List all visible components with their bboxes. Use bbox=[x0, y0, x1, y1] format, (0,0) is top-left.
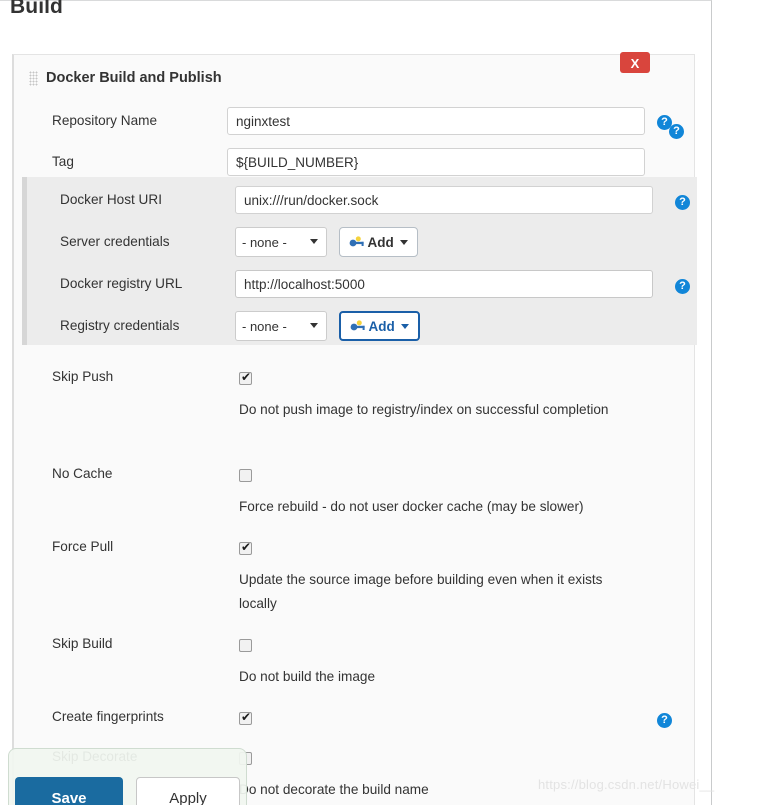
apply-button[interactable]: Apply bbox=[136, 777, 240, 805]
label-skip-push: Skip Push bbox=[52, 369, 114, 384]
registry-credentials-select-wrap: - none - bbox=[235, 311, 327, 341]
label-docker-host-uri: Docker Host URI bbox=[60, 192, 162, 207]
row-docker-registry-url: Docker registry URL ? bbox=[27, 266, 697, 308]
help-icon-create-fingerprints[interactable]: ? bbox=[657, 713, 672, 728]
label-repository-name: Repository Name bbox=[52, 113, 158, 128]
label-force-pull: Force Pull bbox=[52, 539, 114, 554]
floating-action-bar: Save Apply bbox=[8, 748, 247, 805]
row-server-credentials: Server credentials - none - Add bbox=[27, 224, 697, 266]
docker-build-publish-panel: Docker Build and Publish ? Repository Na… bbox=[12, 54, 697, 805]
key-icon bbox=[350, 236, 365, 247]
description-force-pull: Update the source image before building … bbox=[239, 572, 603, 611]
checkbox-skip-push[interactable] bbox=[239, 370, 252, 385]
content-column: Build Docker Build and Publish ? Reposit… bbox=[0, 0, 712, 805]
label-no-cache: No Cache bbox=[52, 466, 113, 481]
docker-registry-url-input[interactable] bbox=[235, 270, 653, 298]
description-no-cache: Force rebuild - do not user docker cache… bbox=[239, 499, 584, 514]
label-tag: Tag bbox=[52, 154, 74, 169]
label-registry-credentials: Registry credentials bbox=[60, 318, 180, 333]
help-icon-panel[interactable]: ? bbox=[669, 124, 684, 139]
credentials-section: Docker Host URI ? Server credentials - n… bbox=[22, 177, 697, 345]
label-create-fingerprints: Create fingerprints bbox=[52, 709, 164, 724]
help-icon-docker-host-uri[interactable]: ? bbox=[675, 195, 690, 210]
help-icon-repository-name[interactable]: ? bbox=[657, 115, 672, 130]
options-section: Skip Push Do not push image to registry/… bbox=[14, 347, 694, 798]
label-skip-build: Skip Build bbox=[52, 636, 113, 651]
add-server-credentials-label: Add bbox=[367, 234, 394, 250]
save-button[interactable]: Save bbox=[15, 777, 123, 805]
server-credentials-select-wrap: - none - bbox=[235, 227, 327, 257]
key-icon bbox=[351, 320, 366, 331]
repository-name-input[interactable] bbox=[227, 107, 645, 135]
drag-grip-icon[interactable] bbox=[29, 71, 38, 86]
label-server-credentials: Server credentials bbox=[60, 234, 170, 249]
row-no-cache: No Cache Force rebuild - do not user doc… bbox=[14, 444, 694, 517]
help-icon-docker-registry-url[interactable]: ? bbox=[675, 279, 690, 294]
add-server-credentials-button[interactable]: Add bbox=[339, 227, 418, 257]
description-skip-push: Do not push image to registry/index on s… bbox=[239, 402, 609, 417]
panel-header: Docker Build and Publish bbox=[14, 55, 694, 103]
row-repository-name: Repository Name ? bbox=[14, 103, 694, 144]
add-registry-credentials-button[interactable]: Add bbox=[339, 311, 420, 341]
close-button[interactable]: X bbox=[620, 52, 650, 73]
add-registry-credentials-label: Add bbox=[368, 318, 395, 334]
registry-credentials-select[interactable]: - none - bbox=[235, 311, 327, 341]
row-docker-host-uri: Docker Host URI ? bbox=[27, 182, 697, 224]
row-skip-build: Skip Build Do not build the image bbox=[14, 614, 694, 687]
tag-input[interactable] bbox=[227, 148, 645, 176]
build-config-page: Build Docker Build and Publish ? Reposit… bbox=[0, 0, 758, 805]
caret-down-icon-add-registry bbox=[400, 323, 409, 329]
checkbox-no-cache[interactable] bbox=[239, 469, 252, 482]
page-title: Build bbox=[10, 0, 63, 18]
caret-down-icon-add-server bbox=[399, 239, 408, 245]
server-credentials-select[interactable]: - none - bbox=[235, 227, 327, 257]
watermark: https://blog.csdn.net/Howei__ bbox=[538, 777, 715, 792]
checkbox-skip-build[interactable] bbox=[239, 639, 252, 652]
row-skip-push: Skip Push Do not push image to registry/… bbox=[14, 347, 694, 444]
checkbox-create-fingerprints[interactable] bbox=[239, 710, 252, 725]
label-docker-registry-url: Docker registry URL bbox=[60, 276, 183, 291]
checkbox-force-pull[interactable] bbox=[239, 540, 252, 555]
row-registry-credentials: Registry credentials - none - Add bbox=[27, 308, 697, 350]
docker-host-uri-input[interactable] bbox=[235, 186, 653, 214]
row-create-fingerprints: Create fingerprints ? bbox=[14, 687, 694, 728]
panel-title: Docker Build and Publish bbox=[46, 70, 222, 86]
description-skip-build: Do not build the image bbox=[239, 669, 376, 684]
row-force-pull: Force Pull Update the source image befor… bbox=[14, 517, 694, 614]
